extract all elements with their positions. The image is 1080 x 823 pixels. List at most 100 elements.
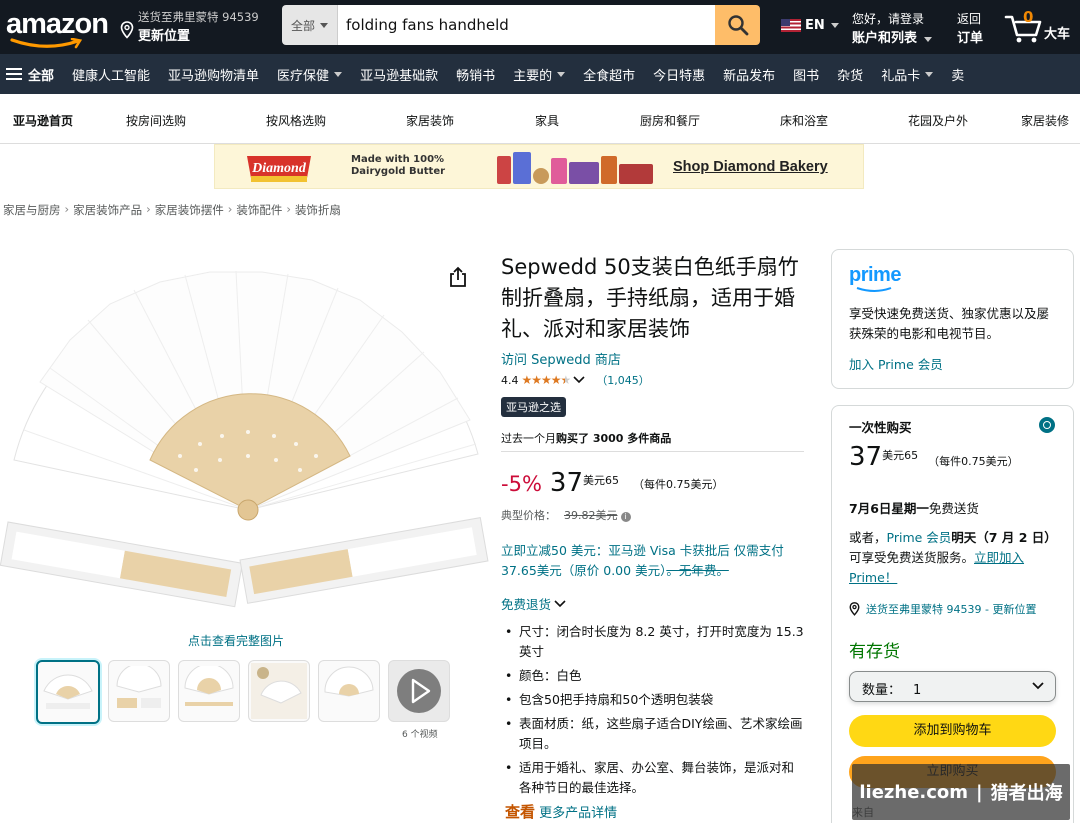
- subnav-item-home[interactable]: 亚马逊首页: [13, 112, 73, 129]
- subnav-item-by-style[interactable]: 按风格选购: [266, 112, 326, 129]
- cart-label: 大车: [1044, 27, 1071, 42]
- thumbnail-3[interactable]: [178, 660, 240, 722]
- deliver-to-link[interactable]: 送货至弗里蒙特 94539 - 更新位置: [849, 601, 1036, 617]
- join-prime-link[interactable]: 加入 Prime 会员: [849, 354, 1056, 373]
- product-main-image[interactable]: [0, 260, 495, 620]
- add-to-cart-button[interactable]: 添加到购物车: [849, 715, 1056, 747]
- cart-count: 0: [1023, 8, 1034, 26]
- main-nav: 全部 健康人工智能 亚马逊购物清单 医疗保健 亚马逊基础款 畅销书 主要的 全食超市 今日特惠…: [0, 54, 1080, 94]
- play-icon: [397, 669, 441, 713]
- watermark: liezhe.com | 猎者出海: [852, 764, 1070, 820]
- subnav-item-by-room[interactable]: 按房间选购: [126, 112, 186, 129]
- subnav-item-furniture[interactable]: 家具: [535, 112, 559, 129]
- quantity-select[interactable]: 数量： 1: [849, 671, 1056, 702]
- search-button[interactable]: [715, 5, 760, 45]
- fan-thumbnail-image: [184, 666, 234, 706]
- prime-description: 享受快速免费送货、独家优惠以及屡获殊荣的电影和电视节目。: [849, 306, 1050, 341]
- banner-cta[interactable]: Shop Diamond Bakery: [673, 159, 828, 175]
- info-icon[interactable]: i: [620, 512, 631, 522]
- deliver-to[interactable]: 送货至弗里蒙特 94539 更新位置: [120, 9, 259, 44]
- breadcrumb-item[interactable]: 装饰配件: [236, 202, 282, 218]
- thumbnail-4[interactable]: [248, 660, 310, 722]
- chevron-down-icon: [554, 599, 566, 607]
- product-title: Sepwedd 50支装白色纸手扇竹制折叠扇，手持纸扇，适用于婚礼、派对和家居装…: [501, 255, 799, 341]
- nav-item[interactable]: 卖: [942, 65, 973, 84]
- breadcrumb-item[interactable]: 家居装饰产品: [73, 202, 142, 218]
- subnav-item-improvement[interactable]: 家居装修: [1021, 112, 1069, 129]
- visa-offer-link[interactable]: 立即立减50 美元：亚马逊 Visa 卡获批后 仅需支付 37.65美元（原价 …: [501, 541, 801, 581]
- nav-item[interactable]: 全食超市: [574, 65, 644, 84]
- chevron-down-icon: [334, 71, 343, 77]
- thumbnail-5[interactable]: [318, 660, 380, 722]
- price-fraction: 美元65: [583, 474, 619, 487]
- breadcrumb-item[interactable]: 家居与厨房: [3, 202, 61, 218]
- feature-bullet: 包含50把手持扇和50个透明包装袋: [501, 690, 804, 710]
- nav-item[interactable]: 杂货: [828, 65, 872, 84]
- breadcrumb-item[interactable]: 家居装饰摆件: [155, 202, 224, 218]
- unit-price: （每件0.75美元）: [633, 478, 724, 491]
- nav-item[interactable]: 医疗保健: [268, 65, 351, 84]
- store-link[interactable]: 访问 Sepwedd 商店: [501, 349, 621, 368]
- product-lineup-image: [497, 152, 653, 184]
- see-full-image-link[interactable]: 点击查看完整图片: [188, 632, 284, 649]
- free-returns-link[interactable]: 免费退货: [501, 594, 566, 613]
- all-menu-button[interactable]: 全部: [0, 65, 63, 84]
- feature-bullet: 尺寸：闭合时长度为 8.2 英寸，打开时宽度为 15.3 英寸: [501, 622, 804, 662]
- nav-item[interactable]: 畅销书: [447, 65, 504, 84]
- one-time-purchase-radio[interactable]: [1039, 417, 1055, 433]
- hamburger-icon: [6, 68, 22, 80]
- orders-link[interactable]: 返回 订单: [957, 10, 983, 46]
- chevron-down-icon: [830, 23, 839, 28]
- ad-banner[interactable]: Diamond Made with 100% Dairygold Butter …: [214, 144, 864, 189]
- account-menu[interactable]: 您好，请登录 账户和列表: [852, 10, 932, 46]
- fan-thumbnail-image: [43, 674, 93, 709]
- breadcrumb-item[interactable]: 装饰折扇: [295, 202, 341, 218]
- search-category-select[interactable]: 全部: [282, 5, 338, 45]
- nav-item[interactable]: 亚马逊基础款: [351, 65, 447, 84]
- feature-bullet: 颜色：白色: [501, 666, 804, 686]
- nav-item[interactable]: 亚马逊购物清单: [159, 65, 268, 84]
- search-input[interactable]: [338, 5, 715, 45]
- language-selector[interactable]: EN: [781, 18, 839, 33]
- search-bar: 全部: [282, 5, 760, 45]
- thumbnail-1[interactable]: [36, 660, 100, 724]
- subnav-item-garden[interactable]: 花园及户外: [908, 112, 968, 129]
- review-count-link[interactable]: （1,045）: [596, 372, 650, 388]
- video-thumbnail[interactable]: [388, 660, 450, 722]
- discount-badge: -5%: [501, 472, 542, 496]
- fan-thumbnail-image: [251, 663, 307, 719]
- nav-items: 健康人工智能 亚马逊购物清单 医疗保健 亚马逊基础款 畅销书 主要的 全食超市 今日特惠 新品发…: [63, 65, 973, 84]
- price-whole: 37: [549, 468, 583, 498]
- nav-item[interactable]: 今日特惠: [644, 65, 714, 84]
- chevron-down-icon: [320, 22, 328, 28]
- chevron-down-icon: [923, 37, 932, 42]
- thumbnail-2[interactable]: [108, 660, 170, 722]
- prime-member-link[interactable]: Prime 会员: [887, 530, 952, 545]
- fan-thumbnail-image: [116, 666, 162, 708]
- chevron-down-icon: [557, 71, 566, 77]
- nav-item[interactable]: 礼品卡: [872, 65, 942, 84]
- location-pin-icon: [120, 21, 134, 39]
- deliver-line1: 送货至弗里蒙特 94539: [138, 10, 259, 24]
- nav-item[interactable]: 健康人工智能: [63, 65, 159, 84]
- divider: [501, 451, 804, 452]
- bought-count: 过去一个月购买了 3000 多件商品: [501, 432, 672, 445]
- nav-item[interactable]: 新品发布: [714, 65, 784, 84]
- prime-delivery-info: 或者，Prime 会员明天（7 月 2 日）可享受免费送货服务。立即加入 Pri…: [849, 530, 1057, 585]
- video-count-label: 6 个视频: [402, 730, 438, 740]
- one-time-purchase-label: 一次性购买: [849, 420, 912, 435]
- search-icon: [727, 15, 748, 36]
- nav-item[interactable]: 图书: [784, 65, 828, 84]
- cart-button[interactable]: 0 大车: [1004, 8, 1076, 48]
- chevron-down-icon[interactable]: [573, 376, 585, 384]
- more-details-link[interactable]: 查看 更多产品详情: [505, 801, 617, 822]
- prime-smile-icon: [856, 287, 892, 292]
- chevron-down-icon: [1032, 682, 1044, 690]
- subnav-item-bed-bath[interactable]: 床和浴室: [780, 112, 828, 129]
- subnav-item-kitchen[interactable]: 厨房和餐厅: [640, 112, 700, 129]
- star-rating-icon[interactable]: ★★★★★: [522, 373, 572, 387]
- subnav-item-home-decor[interactable]: 家居装饰: [406, 112, 454, 129]
- nav-item[interactable]: 主要的: [504, 65, 574, 84]
- typical-price: 典型价格： 39.82美元 i: [501, 507, 631, 523]
- amazon-logo[interactable]: amazon: [6, 6, 109, 50]
